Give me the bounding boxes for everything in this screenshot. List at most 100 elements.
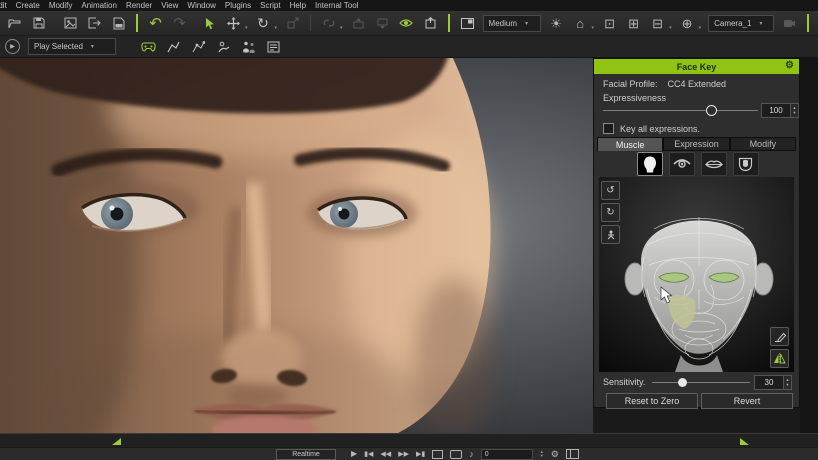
camera-select-dropdown[interactable]: Camera_1 ▾ [708, 14, 775, 32]
open-project-icon[interactable] [6, 15, 23, 32]
light-sun-icon[interactable]: ☀ [548, 15, 565, 32]
menu-item-create[interactable]: Create [16, 1, 40, 10]
frame-spinner[interactable]: ▲ ▼ [540, 450, 544, 458]
head-part-button[interactable] [636, 152, 663, 176]
motion-keys-icon[interactable] [190, 38, 207, 55]
redo-icon[interactable]: ↷ [171, 15, 188, 32]
play-mode-dropdown[interactable]: Play Selected ▾ [28, 38, 116, 55]
save-project-icon[interactable] [30, 15, 47, 32]
spinner-down-icon[interactable]: ▼ [786, 382, 790, 387]
move-up-layer-icon[interactable] [350, 15, 367, 32]
rotate-head-y-icon[interactable]: ↺ [601, 181, 620, 200]
export-content-icon[interactable] [86, 15, 103, 32]
tongue-part-button[interactable] [732, 152, 759, 176]
speech-caption-icon[interactable] [450, 449, 463, 459]
scene-manager-icon[interactable] [265, 38, 282, 55]
select-tool-icon[interactable] [201, 15, 218, 32]
multi-character-icon[interactable] [240, 38, 257, 55]
audio-note-icon[interactable]: ♪ [469, 449, 474, 459]
open-timeline-icon[interactable] [565, 449, 579, 459]
transport-bar: Realtime ▶ ▮◀ ◀◀ ▶▶ ▶▮ ♪ ▲ ▼ ⚙ [0, 447, 818, 460]
previous-frame-button[interactable]: ◀◀ [380, 451, 391, 458]
timeline-strip[interactable] [0, 433, 818, 447]
eraser-icon[interactable] [770, 327, 789, 346]
expressiveness-value-box[interactable]: 100 [761, 103, 791, 118]
spinner-down-icon[interactable]: ▼ [540, 454, 544, 458]
expressiveness-slider-track[interactable] [603, 105, 758, 116]
gamepad-control-icon[interactable] [140, 38, 157, 55]
focus-object-icon[interactable]: ⊡ [601, 15, 618, 32]
menu-item-modify[interactable]: Modify [49, 1, 73, 10]
menu-item-animation[interactable]: Animation [81, 1, 117, 10]
move-tool-icon[interactable] [225, 15, 242, 32]
expressiveness-spinner[interactable]: ▲ ▼ [790, 103, 799, 118]
render-quality-value: Medium [488, 18, 517, 28]
rotate-tool-icon[interactable]: ↻ [255, 15, 272, 32]
reach-target-icon[interactable] [215, 38, 232, 55]
grid-view-icon[interactable]: ⊟ [649, 15, 666, 32]
panel-header[interactable]: Face Key ⚙ [594, 59, 799, 74]
next-frame-button[interactable]: ▶▶ [398, 451, 409, 458]
visibility-eye-icon[interactable] [398, 15, 415, 32]
attach-icon[interactable] [320, 15, 337, 32]
move-down-layer-icon[interactable] [374, 15, 391, 32]
menu-item-render[interactable]: Render [126, 1, 152, 10]
sensitivity-value-box[interactable]: 30 [754, 375, 784, 390]
play-mode-icon[interactable]: ▶ [5, 39, 20, 54]
workspace-layout-icon[interactable] [459, 15, 476, 32]
loop-playback-icon[interactable] [432, 449, 444, 459]
revert-button[interactable]: Revert [701, 393, 793, 409]
render-quality-dropdown[interactable]: Medium ▾ [482, 14, 541, 32]
play-button[interactable]: ▶ [351, 450, 357, 458]
transport-controls: Realtime ▶ ▮◀ ◀◀ ▶▶ ▶▮ ♪ ▲ ▼ ⚙ [276, 448, 579, 460]
reset-to-zero-button[interactable]: Reset to Zero [606, 393, 698, 409]
menu-item-internal-tool[interactable]: Internal Tool [315, 1, 358, 10]
scale-tool-icon[interactable] [284, 15, 301, 32]
skip-to-start-button[interactable]: ▮◀ [364, 451, 373, 458]
home-view-icon[interactable]: ⌂ [572, 15, 589, 32]
right-gutter [800, 58, 818, 433]
camera-lock-icon[interactable] [781, 15, 798, 32]
move-tool-caret: ▾ [245, 25, 248, 31]
timeline-range-start-handle[interactable] [112, 438, 121, 445]
menu-item-view[interactable]: View [161, 1, 178, 10]
world-axis-icon[interactable]: ⊕ [679, 15, 696, 32]
realtime-button[interactable]: Realtime [276, 448, 336, 460]
rotate-tool-caret: ▾ [274, 25, 278, 31]
dropdown-caret-icon: ▾ [525, 20, 529, 27]
timeline-range-end-handle[interactable] [740, 438, 749, 445]
undo-icon[interactable]: ↶ [147, 15, 164, 32]
menu-item-help[interactable]: Help [290, 1, 306, 10]
mirror-symmetry-icon[interactable] [770, 349, 789, 368]
face-key-canvas[interactable]: ↺ ↻ [599, 177, 794, 372]
eyes-part-button[interactable] [668, 152, 695, 176]
tab-modify[interactable]: Modify [729, 137, 796, 151]
lips-part-button[interactable] [700, 152, 727, 176]
viewport-3d[interactable] [0, 58, 593, 433]
skip-to-end-button[interactable]: ▶▮ [416, 451, 425, 458]
reset-rotation-icon[interactable]: ↻ [601, 203, 620, 222]
add-to-scene-icon[interactable] [422, 15, 439, 32]
grid-caret: ▾ [669, 25, 672, 31]
fit-view-icon[interactable]: ⊞ [625, 15, 642, 32]
expressiveness-slider-handle[interactable] [706, 105, 717, 116]
tab-expression[interactable]: Expression [663, 137, 730, 151]
sensitivity-slider-handle[interactable] [678, 378, 687, 387]
toolbar-divider [310, 15, 312, 31]
default-pose-icon[interactable] [601, 225, 620, 244]
sensitivity-slider-track[interactable] [652, 378, 750, 387]
panel-settings-icon[interactable]: ⚙ [785, 60, 794, 71]
usd-file-icon[interactable] [110, 15, 127, 32]
menu-item-window[interactable]: Window [187, 1, 215, 10]
import-content-icon[interactable] [62, 15, 79, 32]
motion-path-icon[interactable] [165, 38, 182, 55]
timeline-settings-gear-icon[interactable]: ⚙ [551, 449, 559, 459]
tab-muscle[interactable]: Muscle [597, 137, 664, 151]
current-frame-input[interactable] [480, 448, 533, 460]
sensitivity-spinner[interactable]: ▲ ▼ [783, 375, 792, 390]
menu-item-edit[interactable]: Edit [0, 1, 7, 10]
menu-item-script[interactable]: Script [260, 1, 280, 10]
menu-item-plugins[interactable]: Plugins [225, 1, 251, 10]
spinner-down-icon[interactable]: ▼ [793, 110, 797, 115]
key-all-checkbox[interactable] [603, 123, 614, 134]
